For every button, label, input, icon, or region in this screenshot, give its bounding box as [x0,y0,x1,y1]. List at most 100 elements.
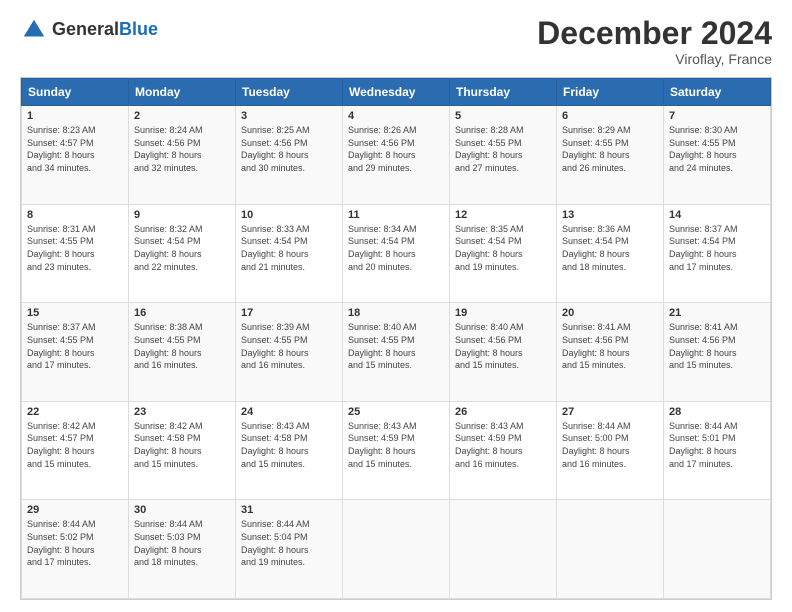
day-info: Sunrise: 8:39 AMSunset: 4:55 PMDaylight:… [241,321,337,371]
day-info: Sunrise: 8:42 AMSunset: 4:58 PMDaylight:… [134,420,230,470]
day-info: Sunrise: 8:43 AMSunset: 4:58 PMDaylight:… [241,420,337,470]
week-row: 29 Sunrise: 8:44 AMSunset: 5:02 PMDayligh… [22,500,771,599]
week-row: 15Sunrise: 8:37 AMSunset: 4:55 PMDayligh… [22,303,771,402]
table-row: 7 Sunrise: 8:30 AMSunset: 4:55 PMDaylight… [664,106,771,205]
day-info: Sunrise: 8:40 AMSunset: 4:55 PMDaylight:… [348,321,444,371]
day-info: Sunrise: 8:41 AMSunset: 4:56 PMDaylight:… [669,321,765,371]
table-row: 26 Sunrise: 8:43 AMSunset: 4:59 PMDayligh… [450,401,557,500]
logo: GeneralBlue [20,16,158,44]
table-row: 28Sunrise: 8:44 AMSunset: 5:01 PMDayligh… [664,401,771,500]
day-number: 5 [455,110,551,122]
table-row: 19 Sunrise: 8:40 AMSunset: 4:56 PMDayligh… [450,303,557,402]
day-number: 28 [669,406,765,418]
table-row: 13 Sunrise: 8:36 AMSunset: 4:54 PMDayligh… [557,204,664,303]
month-title: December 2024 [537,16,772,51]
table-row: 9 Sunrise: 8:32 AMSunset: 4:54 PMDaylight… [129,204,236,303]
logo-general-text: General [52,19,119,39]
day-number: 7 [669,110,765,122]
day-info: Sunrise: 8:29 AMSunset: 4:55 PMDaylight:… [562,124,658,174]
day-number: 30 [134,504,230,516]
day-info: Sunrise: 8:43 AMSunset: 4:59 PMDaylight:… [348,420,444,470]
table-row: 18 Sunrise: 8:40 AMSunset: 4:55 PMDayligh… [343,303,450,402]
day-number: 9 [134,209,230,221]
week-row: 22 Sunrise: 8:42 AMSunset: 4:57 PMDayligh… [22,401,771,500]
day-number: 16 [134,307,230,319]
table-row: 25 Sunrise: 8:43 AMSunset: 4:59 PMDayligh… [343,401,450,500]
day-number: 2 [134,110,230,122]
day-info: Sunrise: 8:38 AMSunset: 4:55 PMDaylight:… [134,321,230,371]
table-row: 21 Sunrise: 8:41 AMSunset: 4:56 PMDayligh… [664,303,771,402]
day-info: Sunrise: 8:32 AMSunset: 4:54 PMDaylight:… [134,223,230,273]
header-row: Sunday Monday Tuesday Wednesday Thursday… [22,79,771,106]
day-number: 27 [562,406,658,418]
day-info: Sunrise: 8:34 AMSunset: 4:54 PMDaylight:… [348,223,444,273]
calendar-body: 1 Sunrise: 8:23 AMSunset: 4:57 PMDaylight… [22,106,771,599]
table-row: 14 Sunrise: 8:37 AMSunset: 4:54 PMDayligh… [664,204,771,303]
day-number: 12 [455,209,551,221]
day-number: 10 [241,209,337,221]
day-number: 29 [27,504,123,516]
table-row: 31 Sunrise: 8:44 AMSunset: 5:04 PMDayligh… [236,500,343,599]
day-info: Sunrise: 8:30 AMSunset: 4:55 PMDaylight:… [669,124,765,174]
table-row: 11Sunrise: 8:34 AMSunset: 4:54 PMDayligh… [343,204,450,303]
day-info: Sunrise: 8:31 AMSunset: 4:55 PMDaylight:… [27,223,123,273]
table-row: 22 Sunrise: 8:42 AMSunset: 4:57 PMDayligh… [22,401,129,500]
table-row: 17Sunrise: 8:39 AMSunset: 4:55 PMDayligh… [236,303,343,402]
header: GeneralBlue December 2024 Viroflay, Fran… [20,16,772,67]
col-friday: Friday [557,79,664,106]
day-number: 26 [455,406,551,418]
table-row: 4Sunrise: 8:26 AMSunset: 4:56 PMDaylight… [343,106,450,205]
day-info: Sunrise: 8:44 AMSunset: 5:02 PMDaylight:… [27,518,123,568]
day-number: 1 [27,110,123,122]
day-info: Sunrise: 8:41 AMSunset: 4:56 PMDaylight:… [562,321,658,371]
day-number: 19 [455,307,551,319]
table-row: 10 Sunrise: 8:33 AMSunset: 4:54 PMDayligh… [236,204,343,303]
day-info: Sunrise: 8:44 AMSunset: 5:00 PMDaylight:… [562,420,658,470]
day-number: 23 [134,406,230,418]
day-info: Sunrise: 8:33 AMSunset: 4:54 PMDaylight:… [241,223,337,273]
day-info: Sunrise: 8:44 AMSunset: 5:04 PMDaylight:… [241,518,337,568]
table-row [343,500,450,599]
table-row: 12 Sunrise: 8:35 AMSunset: 4:54 PMDayligh… [450,204,557,303]
table-row: 3 Sunrise: 8:25 AMSunset: 4:56 PMDaylight… [236,106,343,205]
day-number: 8 [27,209,123,221]
page: GeneralBlue December 2024 Viroflay, Fran… [0,0,792,612]
table-row: 6 Sunrise: 8:29 AMSunset: 4:55 PMDaylight… [557,106,664,205]
table-row: 30 Sunrise: 8:44 AMSunset: 5:03 PMDayligh… [129,500,236,599]
day-number: 14 [669,209,765,221]
day-number: 20 [562,307,658,319]
col-monday: Monday [129,79,236,106]
day-info: Sunrise: 8:36 AMSunset: 4:54 PMDaylight:… [562,223,658,273]
day-number: 13 [562,209,658,221]
day-number: 22 [27,406,123,418]
day-number: 21 [669,307,765,319]
table-row [557,500,664,599]
day-info: Sunrise: 8:35 AMSunset: 4:54 PMDaylight:… [455,223,551,273]
table-row: 20 Sunrise: 8:41 AMSunset: 4:56 PMDayligh… [557,303,664,402]
day-info: Sunrise: 8:44 AMSunset: 5:03 PMDaylight:… [134,518,230,568]
day-number: 24 [241,406,337,418]
col-sunday: Sunday [22,79,129,106]
table-row: 8 Sunrise: 8:31 AMSunset: 4:55 PMDaylight… [22,204,129,303]
table-row: 27 Sunrise: 8:44 AMSunset: 5:00 PMDayligh… [557,401,664,500]
day-number: 25 [348,406,444,418]
logo-blue-text: Blue [119,19,158,39]
day-info: Sunrise: 8:40 AMSunset: 4:56 PMDaylight:… [455,321,551,371]
day-number: 18 [348,307,444,319]
day-number: 31 [241,504,337,516]
day-number: 15 [27,307,123,319]
day-info: Sunrise: 8:37 AMSunset: 4:54 PMDaylight:… [669,223,765,273]
col-tuesday: Tuesday [236,79,343,106]
day-info: Sunrise: 8:43 AMSunset: 4:59 PMDaylight:… [455,420,551,470]
calendar: Sunday Monday Tuesday Wednesday Thursday… [20,77,772,600]
day-number: 6 [562,110,658,122]
day-info: Sunrise: 8:23 AMSunset: 4:57 PMDaylight:… [27,124,123,174]
day-info: Sunrise: 8:42 AMSunset: 4:57 PMDaylight:… [27,420,123,470]
day-info: Sunrise: 8:25 AMSunset: 4:56 PMDaylight:… [241,124,337,174]
table-row [664,500,771,599]
table-row: 5Sunrise: 8:28 AMSunset: 4:55 PMDaylight… [450,106,557,205]
day-number: 3 [241,110,337,122]
location: Viroflay, France [537,51,772,67]
col-thursday: Thursday [450,79,557,106]
col-wednesday: Wednesday [343,79,450,106]
